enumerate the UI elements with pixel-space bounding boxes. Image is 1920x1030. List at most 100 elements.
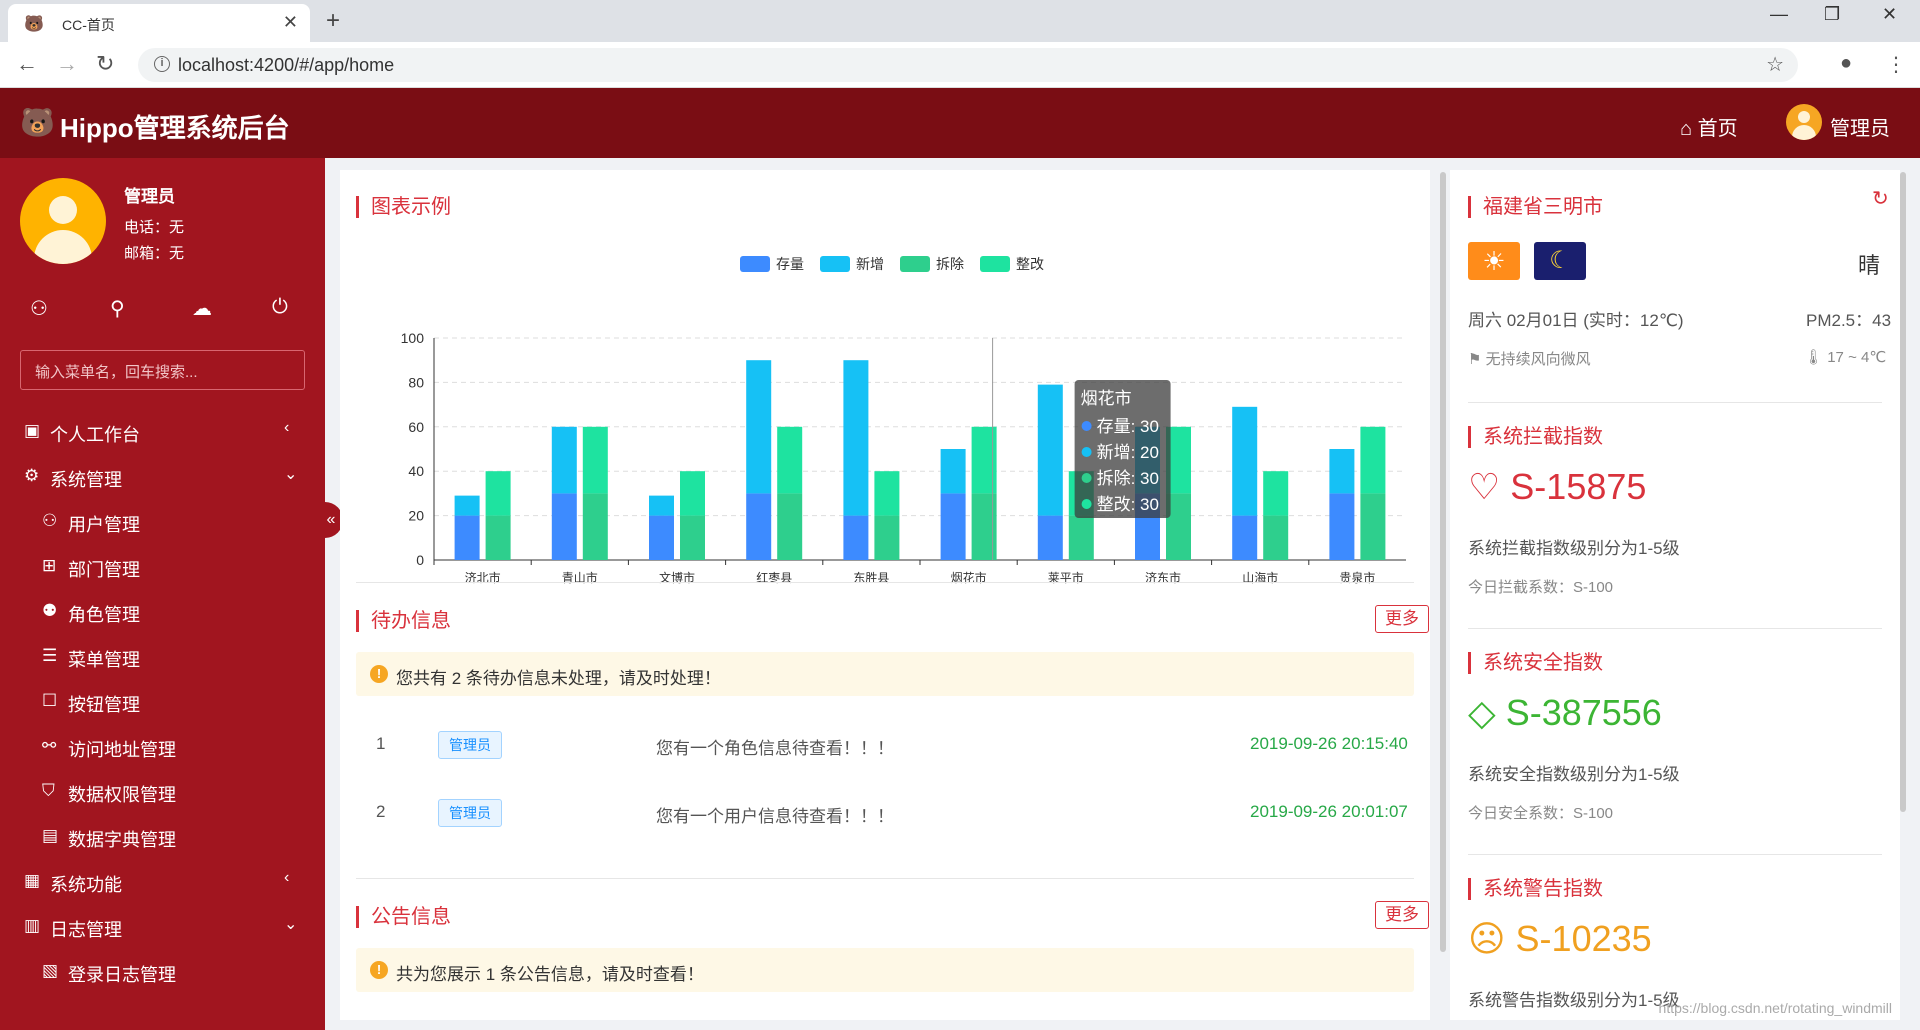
- warning-index-value: ☹ S-10235: [1468, 918, 1652, 959]
- main-scrollbar[interactable]: [1440, 172, 1446, 952]
- maximize-icon[interactable]: ❐: [1824, 4, 1840, 25]
- right-panel: 福建省三明市 ↻ ☀ ☾ 晴 周六 02月01日 (实时：12℃) PM2.5：…: [1450, 170, 1900, 1020]
- logout-icon[interactable]: ⏻: [272, 296, 288, 319]
- security-index-sub: 今日安全系数：S-100: [1468, 805, 1614, 822]
- bar: [1037, 384, 1063, 516]
- chevron-left-icon: ‹: [284, 869, 290, 886]
- bar: [777, 493, 803, 560]
- url-text[interactable]: localhost:4200/#/app/home: [178, 55, 394, 76]
- right-scrollbar[interactable]: [1900, 172, 1906, 812]
- new-tab-icon[interactable]: +: [326, 7, 340, 35]
- forward-icon[interactable]: →: [56, 51, 78, 77]
- bar: [1068, 515, 1094, 560]
- tooltip-line: 存量: 30: [1097, 417, 1159, 436]
- bar: [680, 515, 705, 560]
- app-header: 🐻 Hippo管理系统后台 ⌂ 首页 管理员: [0, 88, 1920, 158]
- tooltip-title: 烟花市: [1081, 389, 1132, 408]
- bar-chart[interactable]: 020406080100存量 新增 拆除 整改济北市 青山市 文博市 红枣县 东胜县 烟花市 莱平…: [356, 232, 1416, 592]
- header-avatar[interactable]: [1786, 104, 1822, 140]
- tab-close-icon[interactable]: ✕: [283, 12, 298, 33]
- legend-label: 新增: [856, 256, 884, 272]
- bar: [874, 515, 900, 560]
- tooltip-line: 拆除: 30: [1097, 469, 1159, 488]
- user-icon[interactable]: ⚇: [30, 296, 48, 321]
- todo-more-button[interactable]: 更多: [1375, 605, 1429, 633]
- legend-label: 拆除: [936, 256, 964, 272]
- tooltip-line: 新增: 20: [1097, 443, 1159, 462]
- cloud-upload-icon[interactable]: ☁: [192, 296, 212, 321]
- legend-swatch: [820, 256, 850, 272]
- address-bar[interactable]: i localhost:4200/#/app/home ☆: [138, 48, 1798, 82]
- menu-item-workbench[interactable]: ▣ 个人工作台 ‹: [0, 412, 325, 452]
- search-icon[interactable]: ⚲: [110, 296, 125, 321]
- bar: [746, 493, 772, 560]
- weather-pm25: PM2.5：43: [1806, 311, 1892, 330]
- dashboard-icon: ▣: [24, 421, 41, 440]
- profile-icon[interactable]: ●: [1840, 52, 1852, 75]
- sun-icon: ☀: [1468, 242, 1520, 280]
- menu-item-menus[interactable]: ☰ 菜单管理: [0, 637, 325, 677]
- window-close-icon[interactable]: ✕: [1882, 4, 1897, 25]
- menu-item-functions[interactable]: ▦ 系统功能 ‹: [0, 862, 325, 902]
- profile-name: 管理员: [124, 187, 175, 206]
- intercept-index-desc: 系统拦截指数级别分为1-5级: [1468, 539, 1680, 558]
- tab-title: CC-首页: [62, 17, 115, 33]
- bar: [940, 493, 966, 560]
- home-label: 首页: [1697, 118, 1738, 140]
- shield-icon: ⛉: [42, 781, 55, 800]
- legend-swatch: [980, 256, 1010, 272]
- bar: [1263, 515, 1289, 560]
- tooltip-dot: [1081, 473, 1092, 483]
- bookmark-star-icon[interactable]: ☆: [1766, 52, 1784, 77]
- menu-item-dictionary[interactable]: ▤ 数据字典管理: [0, 817, 325, 857]
- profile-phone: 电话：无: [124, 219, 185, 236]
- menu-item-roles[interactable]: ⚉ 角色管理: [0, 592, 325, 632]
- home-link[interactable]: ⌂ 首页: [1680, 112, 1738, 141]
- role-tag: 管理员: [438, 731, 502, 759]
- legend-swatch: [900, 256, 930, 272]
- bar: [777, 426, 803, 494]
- button-icon: ☐: [42, 691, 58, 710]
- menu-item-login-logs[interactable]: ▧ 登录日志管理: [0, 952, 325, 992]
- log-icon: ▥: [24, 916, 41, 935]
- weather-condition: 晴: [1858, 253, 1881, 278]
- menu-item-urls[interactable]: ⚯ 访问地址管理: [0, 727, 325, 767]
- minimize-icon[interactable]: —: [1770, 4, 1788, 25]
- menu-item-departments[interactable]: ⊞ 部门管理: [0, 547, 325, 587]
- flag-icon: ⚑: [1468, 351, 1482, 368]
- browser-tabstrip: 🐻 CC-首页 ✕ + — ❐ ✕: [0, 0, 1920, 42]
- neutral-face-icon: ☹: [1468, 918, 1506, 959]
- menu-item-system[interactable]: ⚙ 系统管理 ⌄: [0, 457, 325, 497]
- grid-icon: ▦: [24, 871, 41, 890]
- header-user-name[interactable]: 管理员: [1830, 112, 1890, 141]
- chevron-down-icon: ⌄: [284, 916, 298, 933]
- menu-item-buttons[interactable]: ☐ 按钮管理: [0, 682, 325, 722]
- divider: [356, 582, 1414, 583]
- menu-search-input[interactable]: 输入菜单名，回车搜索...: [20, 350, 305, 390]
- browser-toolbar: ← → ↻ i localhost:4200/#/app/home ☆ ● ⋮: [0, 42, 1920, 88]
- app-title: Hippo管理系统后台: [60, 113, 290, 143]
- menu-item-data-permission[interactable]: ⛉ 数据权限管理: [0, 772, 325, 812]
- tooltip-dot: [1081, 421, 1092, 431]
- todo-section-title: 待办信息: [356, 610, 451, 632]
- refresh-icon[interactable]: ↻: [1872, 186, 1889, 211]
- bar: [1263, 471, 1289, 516]
- browser-menu-icon[interactable]: ⋮: [1886, 52, 1906, 77]
- back-icon[interactable]: ←: [16, 51, 38, 77]
- bar: [1360, 493, 1386, 560]
- tag-icon: ◇: [1468, 692, 1496, 733]
- warning-icon: !: [370, 665, 388, 683]
- warning-index-desc: 系统警告指数级别分为1-5级: [1468, 991, 1680, 1010]
- notice-more-button[interactable]: 更多: [1375, 901, 1429, 929]
- browser-tab[interactable]: 🐻 CC-首页 ✕: [8, 4, 310, 42]
- reload-icon[interactable]: ↻: [96, 51, 114, 77]
- y-tick-label: 20: [408, 508, 424, 524]
- legend-label: 存量: [776, 256, 804, 272]
- menu-item-logs[interactable]: ▥ 日志管理 ⌄: [0, 907, 325, 947]
- site-info-icon[interactable]: i: [154, 56, 170, 72]
- bar: [874, 471, 900, 516]
- y-tick-label: 100: [401, 330, 425, 346]
- menu-item-users[interactable]: ⚇ 用户管理: [0, 502, 325, 542]
- book-icon: ▤: [42, 826, 59, 845]
- moon-icon: ☾: [1534, 242, 1586, 280]
